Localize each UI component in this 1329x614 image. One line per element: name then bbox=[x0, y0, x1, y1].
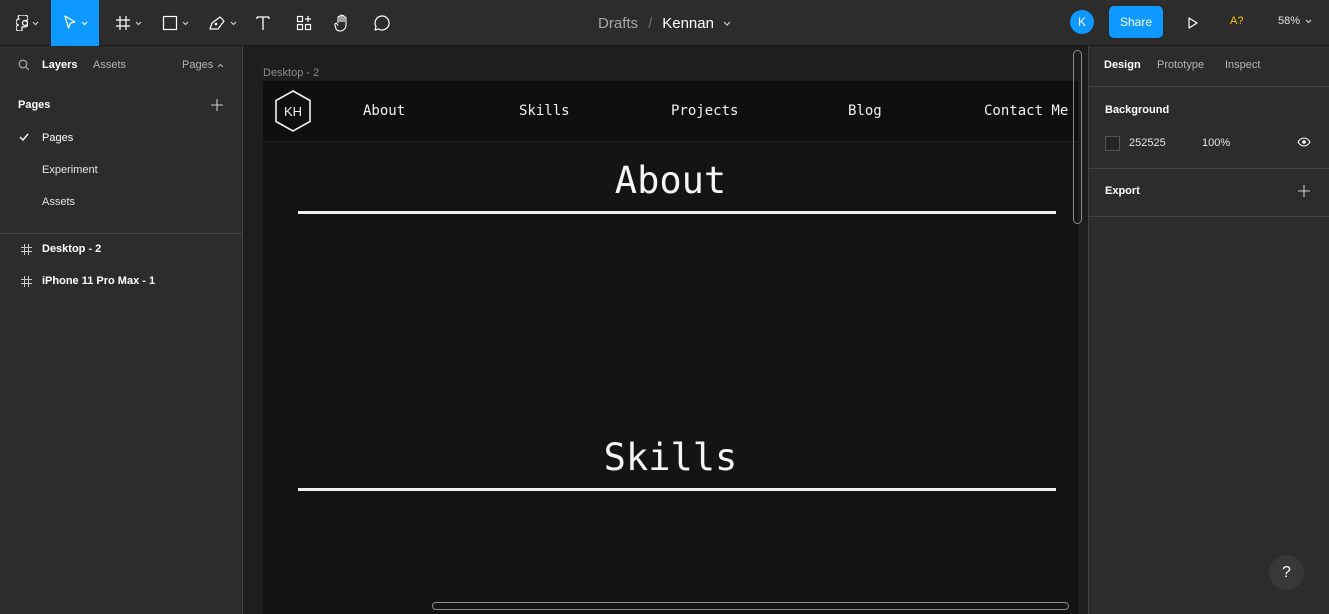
nav-link-contact[interactable]: Contact Me bbox=[984, 103, 1068, 119]
move-tool-button[interactable] bbox=[51, 0, 99, 46]
play-icon bbox=[1188, 17, 1198, 29]
section-underline bbox=[298, 488, 1056, 491]
background-opacity-input[interactable]: 100% bbox=[1202, 137, 1230, 149]
canvas[interactable]: Desktop - 2 KH About Skills Projects Blo… bbox=[243, 46, 1088, 614]
pages-heading: Pages bbox=[18, 99, 51, 111]
avatar[interactable]: K bbox=[1070, 10, 1094, 34]
left-panel: Layers Assets Pages Pages Pages Experime… bbox=[0, 46, 243, 614]
background-swatch[interactable] bbox=[1105, 136, 1120, 151]
nav-link-skills[interactable]: Skills bbox=[519, 103, 570, 119]
desktop-frame[interactable]: KH About Skills Projects Blog Contact Me… bbox=[263, 81, 1078, 614]
section-title-skills: Skills bbox=[603, 436, 738, 479]
chevron-down-icon bbox=[81, 21, 87, 25]
hand-icon bbox=[334, 14, 347, 32]
zoom-value: 58% bbox=[1278, 15, 1301, 27]
nav-link-projects[interactable]: Projects bbox=[671, 103, 738, 119]
toolbar: Drafts / Kennan K Share A? 58% bbox=[0, 0, 1329, 46]
help-button[interactable]: ? bbox=[1269, 555, 1304, 590]
chevron-down-icon bbox=[1305, 19, 1312, 23]
chevron-down-icon bbox=[230, 21, 236, 25]
background-hex-input[interactable]: 252525 bbox=[1129, 137, 1166, 149]
add-export-icon[interactable] bbox=[1298, 185, 1310, 197]
pages-toggle-label: Pages bbox=[182, 59, 214, 71]
logo-text: KH bbox=[284, 104, 302, 119]
layer-label: Desktop - 2 bbox=[42, 243, 102, 255]
nav-link-blog[interactable]: Blog bbox=[848, 103, 882, 119]
panel-divider bbox=[0, 233, 242, 234]
shape-tool-button[interactable] bbox=[157, 0, 193, 46]
search-icon[interactable] bbox=[18, 59, 30, 71]
frame-icon bbox=[115, 16, 130, 30]
chevron-down-icon bbox=[32, 21, 38, 25]
frame-tool-button[interactable] bbox=[110, 0, 146, 46]
main-menu-button[interactable] bbox=[8, 0, 46, 46]
tab-prototype[interactable]: Prototype bbox=[1157, 59, 1204, 71]
frame-label[interactable]: Desktop - 2 bbox=[263, 67, 319, 79]
panel-divider bbox=[1089, 216, 1329, 217]
nav-link-about[interactable]: About bbox=[363, 103, 405, 119]
tab-design[interactable]: Design bbox=[1104, 59, 1141, 71]
pen-icon bbox=[208, 16, 225, 30]
tab-assets[interactable]: Assets bbox=[93, 59, 126, 71]
background-heading: Background bbox=[1105, 104, 1170, 116]
tab-inspect[interactable]: Inspect bbox=[1225, 59, 1260, 71]
resources-button[interactable] bbox=[290, 0, 318, 46]
pen-tool-button[interactable] bbox=[203, 0, 241, 46]
section-underline bbox=[298, 211, 1056, 214]
font-warning-button[interactable]: A? bbox=[1230, 15, 1243, 27]
frame-icon bbox=[21, 276, 32, 287]
section-title-about: About bbox=[614, 159, 727, 202]
figma-logo-icon bbox=[15, 15, 28, 31]
breadcrumb-separator: / bbox=[648, 14, 653, 32]
chevron-down-icon[interactable] bbox=[723, 21, 731, 26]
tab-layers[interactable]: Layers bbox=[42, 59, 77, 71]
left-panel-tabs: Layers Assets Pages bbox=[0, 46, 242, 87]
cursor-icon bbox=[63, 15, 76, 29]
chevron-up-icon bbox=[217, 63, 224, 67]
chevron-down-icon bbox=[182, 21, 188, 25]
pages-toggle[interactable]: Pages bbox=[182, 59, 224, 71]
kh-logo-icon: KH bbox=[275, 90, 311, 132]
text-tool-button[interactable] bbox=[250, 0, 276, 46]
site-navbar: KH About Skills Projects Blog Contact Me bbox=[263, 81, 1078, 143]
layer-row-iphone[interactable]: iPhone 11 Pro Max - 1 bbox=[0, 270, 242, 294]
comment-icon bbox=[374, 15, 390, 31]
panel-divider bbox=[1089, 168, 1329, 169]
eye-icon[interactable] bbox=[1297, 137, 1311, 147]
zoom-dropdown[interactable]: 58% bbox=[1278, 15, 1312, 27]
breadcrumb-folder[interactable]: Drafts bbox=[598, 15, 638, 32]
file-name[interactable]: Kennan bbox=[662, 15, 714, 32]
chevron-down-icon bbox=[135, 21, 141, 25]
comment-tool-button[interactable] bbox=[368, 0, 396, 46]
layer-row-desktop-2[interactable]: Desktop - 2 bbox=[0, 238, 242, 262]
page-item-experiment[interactable]: Experiment bbox=[42, 164, 98, 176]
layer-label: iPhone 11 Pro Max - 1 bbox=[42, 275, 156, 287]
horizontal-scrollbar[interactable] bbox=[432, 602, 1069, 610]
components-icon bbox=[296, 15, 312, 31]
present-button[interactable] bbox=[1182, 0, 1204, 46]
share-button[interactable]: Share bbox=[1109, 6, 1163, 38]
page-item-pages[interactable]: Pages bbox=[42, 132, 73, 144]
export-heading: Export bbox=[1105, 185, 1140, 197]
checkmark-icon bbox=[19, 133, 29, 141]
right-panel: Design Prototype Inspect Background 2525… bbox=[1088, 46, 1329, 614]
text-icon bbox=[256, 16, 270, 30]
hand-tool-button[interactable] bbox=[328, 0, 356, 46]
add-page-icon[interactable] bbox=[211, 99, 223, 111]
rectangle-icon bbox=[162, 15, 177, 31]
vertical-scrollbar[interactable] bbox=[1073, 50, 1082, 224]
page-item-assets[interactable]: Assets bbox=[42, 196, 75, 208]
panel-divider bbox=[1089, 86, 1329, 87]
frame-icon bbox=[21, 244, 32, 255]
